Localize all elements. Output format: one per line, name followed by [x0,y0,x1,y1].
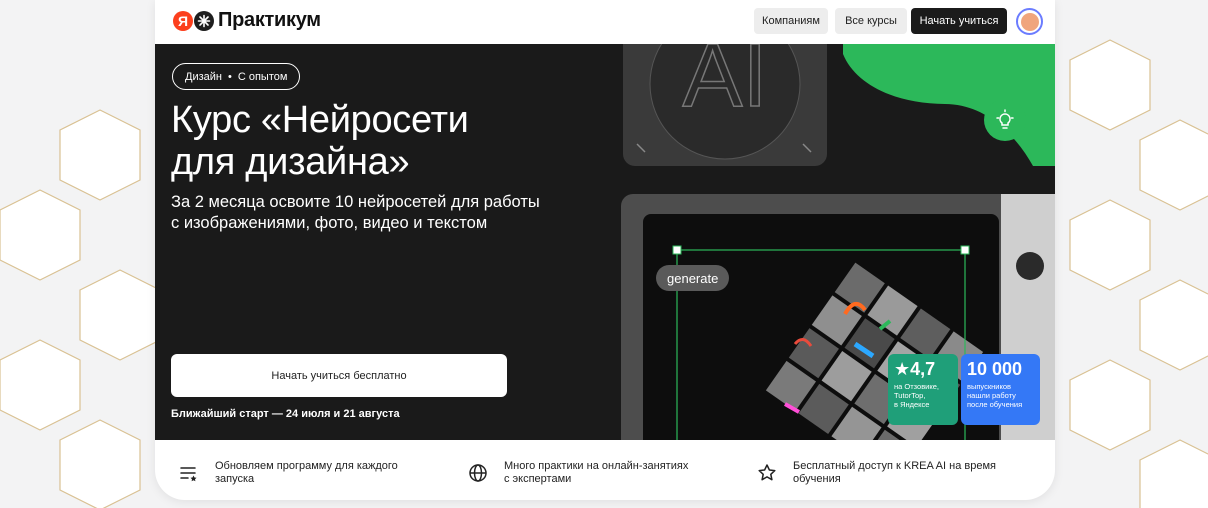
subtitle-line-1: За 2 месяца освоите 10 нейросетей для ра… [171,193,540,211]
globe-icon [469,464,487,482]
rating-value: ★4,7 [894,359,936,379]
feature-line-1: Много практики на онлайн-занятиях [504,460,689,472]
next-start-dates: Ближайший старт — 24 июля и 21 августа [171,408,400,420]
feature-line-2: обучения [793,473,841,485]
graduates-badge: 10 000 выпускников нашли работу после об… [961,354,1040,425]
hero-subtitle: За 2 месяца освоите 10 нейросетей для ра… [171,192,611,234]
praktikum-logo[interactable]: Я Практикум [173,9,321,32]
subtitle-line-2: с изображениями, фото, видео и текстом [171,214,488,232]
graduates-value: 10 000 [967,359,1023,379]
nav-companies-button[interactable]: Компаниям [754,8,828,34]
feature-line-2: запуска [215,473,255,485]
feature-program-updates: Обновляем программу для каждого запуска [179,460,435,486]
praktikum-star-icon [194,10,214,31]
page-title: Курс «Нейросети для дизайна» [171,99,641,183]
graduates-caption: выпускников нашли работу после обучения [967,382,1034,409]
feature-text: Обновляем программу для каждого запуска [215,460,435,486]
graduates-caption-line-2: нашли работу [967,391,1016,400]
title-line-2: для дизайна» [171,141,410,183]
feature-text: Много практики на онлайн-занятиях с эксп… [504,460,724,486]
star-outline-icon [758,464,776,481]
title-line-1: Курс «Нейросети [171,99,469,141]
generate-label: generate [656,265,730,291]
list-star-icon [180,467,197,482]
page-container: Я Практикум Компаниям Все курсы Начать у… [155,0,1055,500]
rating-caption-line-1: на Отзовике, [894,382,939,391]
yandex-logo-icon: Я [173,10,193,31]
feature-krea-access: Бесплатный доступ к KREA AI на время обу… [757,460,1023,486]
rating-caption: на Отзовике, TutorTop, в Яндексе [894,382,952,409]
top-header: Я Практикум Компаниям Все курсы Начать у… [155,0,1055,44]
feature-line-1: Обновляем программу для каждого [215,460,398,472]
start-free-button[interactable]: Начать учиться бесплатно [171,354,507,397]
avatar-image [1020,12,1039,31]
rating-caption-line-2: TutorTop, [894,391,926,400]
header-start-learning-button[interactable]: Начать учиться [911,8,1007,34]
ai-letters: AI [682,44,767,126]
feature-line-2: с экспертами [504,473,572,485]
rating-badge: ★4,7 на Отзовике, TutorTop, в Яндексе [888,354,958,425]
tag-separator: • [227,70,232,83]
feature-practice: Много практики на онлайн-занятиях с эксп… [468,460,724,486]
lightbulb-icon [984,99,1026,141]
tag-level: С опытом [237,70,288,83]
graduates-caption-line-1: выпускников [967,382,1011,391]
rating-caption-line-3: в Яндексе [894,400,930,409]
nav-all-courses-button[interactable]: Все курсы [835,8,907,34]
feature-text: Бесплатный доступ к KREA AI на время обу… [793,460,1023,486]
graduates-caption-line-3: после обучения [967,400,1023,409]
feature-line-1: Бесплатный доступ к KREA AI на время [793,460,996,472]
course-tag: Дизайн • С опытом [172,63,301,90]
tag-category: Дизайн [185,70,222,83]
logo-text: Практикум [218,9,321,31]
user-avatar[interactable] [1016,8,1043,35]
hero-section: AI Дизайн • С опытом Курс «Нейросети для… [155,44,1055,440]
